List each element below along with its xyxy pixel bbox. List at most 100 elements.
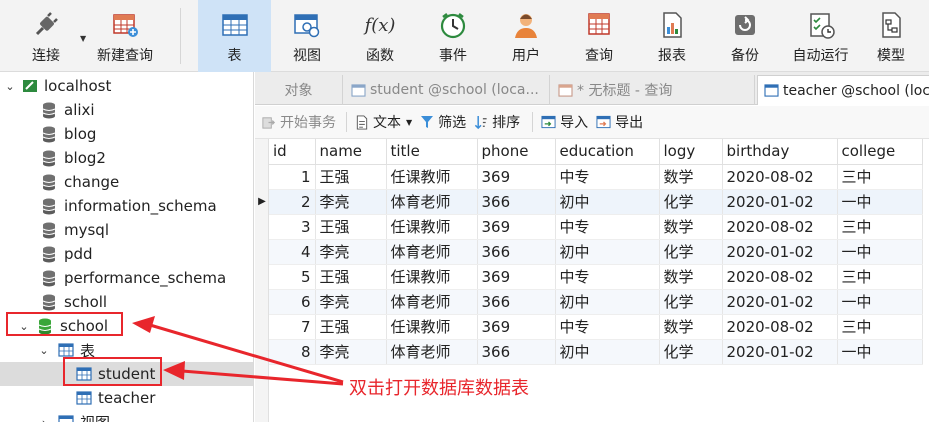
cell-education[interactable]: 初中	[555, 189, 660, 215]
tree-db-pdd[interactable]: pdd	[0, 242, 253, 266]
cell-logy[interactable]: 化学	[659, 189, 723, 215]
cell-id[interactable]: 2	[269, 189, 316, 215]
cell-name[interactable]: 王强	[315, 164, 387, 190]
cell-id[interactable]: 7	[269, 314, 316, 340]
autorun-tool-button[interactable]: 自动运行	[783, 0, 858, 72]
cell-name[interactable]: 王强	[315, 314, 387, 340]
column-header-birthday[interactable]: birthday	[722, 139, 838, 165]
sort-button[interactable]: 排序	[474, 112, 520, 132]
tree-db-change[interactable]: change	[0, 170, 253, 194]
tab-untitled-query[interactable]: * 无标题 - 查询	[552, 75, 755, 105]
cell-birthday[interactable]: 2020-08-02	[722, 214, 838, 240]
cell-college[interactable]: 三中	[837, 264, 923, 290]
cell-logy[interactable]: 化学	[659, 239, 723, 265]
cell-college[interactable]: 三中	[837, 214, 923, 240]
tree-db-information-schema[interactable]: information_schema	[0, 194, 253, 218]
cell-college[interactable]: 一中	[837, 289, 923, 315]
tree-connection-localhost[interactable]: ⌄ localhost	[0, 74, 253, 98]
cell-college[interactable]: 一中	[837, 339, 923, 365]
text-view-button[interactable]: 文本 ▼	[355, 112, 412, 132]
cell-name[interactable]: 李亮	[315, 339, 387, 365]
cell-college[interactable]: 三中	[837, 314, 923, 340]
cell-birthday[interactable]: 2020-08-02	[722, 164, 838, 190]
cell-id[interactable]: 4	[269, 239, 316, 265]
cell-title[interactable]: 体育老师	[386, 239, 478, 265]
cell-phone[interactable]: 369	[477, 164, 556, 190]
cell-id[interactable]: 8	[269, 339, 316, 365]
table-row[interactable]: 6 李亮 体育老师 366 初中 化学 2020-01-02 一中	[269, 289, 923, 315]
model-tool-button[interactable]: 模型	[860, 0, 922, 72]
cell-title[interactable]: 任课教师	[386, 214, 478, 240]
cell-birthday[interactable]: 2020-01-02	[722, 289, 838, 315]
cell-phone[interactable]: 366	[477, 339, 556, 365]
table-tool-button[interactable]: 表	[198, 0, 271, 72]
cell-title[interactable]: 任课教师	[386, 164, 478, 190]
tree-table-teacher[interactable]: teacher	[0, 386, 253, 410]
function-tool-button[interactable]: f(x) 函数	[345, 0, 415, 72]
cell-id[interactable]: 1	[269, 164, 316, 190]
cell-logy[interactable]: 化学	[659, 339, 723, 365]
chevron-right-icon[interactable]: ›	[38, 416, 50, 422]
table-row[interactable]: 8 李亮 体育老师 366 初中 化学 2020-01-02 一中	[269, 339, 923, 365]
cell-id[interactable]: 3	[269, 214, 316, 240]
cell-birthday[interactable]: 2020-01-02	[722, 189, 838, 215]
tree-db-mysql[interactable]: mysql	[0, 218, 253, 242]
table-row[interactable]: 7 王强 任课教师 369 中专 数学 2020-08-02 三中	[269, 314, 923, 340]
table-row[interactable]: 2 李亮 体育老师 366 初中 化学 2020-01-02 一中	[269, 189, 923, 215]
backup-tool-button[interactable]: 备份	[710, 0, 780, 72]
tree-db-alixi[interactable]: alixi	[0, 98, 253, 122]
table-row[interactable]: 1 王强 任课教师 369 中专 数学 2020-08-02 三中	[269, 164, 923, 190]
cell-name[interactable]: 王强	[315, 264, 387, 290]
cell-name[interactable]: 王强	[315, 214, 387, 240]
cell-title[interactable]: 体育老师	[386, 339, 478, 365]
cell-phone[interactable]: 366	[477, 189, 556, 215]
report-tool-button[interactable]: 报表	[637, 0, 707, 72]
filter-button[interactable]: 筛选	[420, 112, 466, 132]
tab-objects[interactable]: 对象	[255, 75, 343, 105]
cell-education[interactable]: 中专	[555, 264, 660, 290]
cell-education[interactable]: 初中	[555, 339, 660, 365]
query-tool-button[interactable]: 查询	[564, 0, 634, 72]
tree-db-performance-schema[interactable]: performance_schema	[0, 266, 253, 290]
export-button[interactable]: 导出	[596, 112, 643, 132]
cell-education[interactable]: 初中	[555, 289, 660, 315]
tree-db-school[interactable]: ⌄ school	[0, 314, 253, 338]
cell-phone[interactable]: 366	[477, 289, 556, 315]
cell-logy[interactable]: 数学	[659, 164, 723, 190]
tree-db-scholl[interactable]: scholl	[0, 290, 253, 314]
cell-logy[interactable]: 数学	[659, 214, 723, 240]
cell-phone[interactable]: 369	[477, 314, 556, 340]
event-tool-button[interactable]: 事件	[418, 0, 488, 72]
column-header-title[interactable]: title	[386, 139, 478, 165]
cell-college[interactable]: 一中	[837, 239, 923, 265]
cell-name[interactable]: 李亮	[315, 239, 387, 265]
table-row[interactable]: 4 李亮 体育老师 366 初中 化学 2020-01-02 一中	[269, 239, 923, 265]
cell-education[interactable]: 中专	[555, 214, 660, 240]
column-header-education[interactable]: education	[555, 139, 660, 165]
cell-name[interactable]: 李亮	[315, 189, 387, 215]
cell-birthday[interactable]: 2020-01-02	[722, 239, 838, 265]
column-header-phone[interactable]: phone	[477, 139, 556, 165]
cell-education[interactable]: 中专	[555, 314, 660, 340]
new-query-button[interactable]: 新建查询	[90, 0, 160, 72]
cell-phone[interactable]: 366	[477, 239, 556, 265]
cell-logy[interactable]: 化学	[659, 289, 723, 315]
view-tool-button[interactable]: 视图	[272, 0, 342, 72]
cell-title[interactable]: 任课教师	[386, 314, 478, 340]
cell-id[interactable]: 5	[269, 264, 316, 290]
column-header-name[interactable]: name	[315, 139, 387, 165]
chevron-down-icon[interactable]: ⌄	[38, 344, 50, 357]
cell-education[interactable]: 中专	[555, 164, 660, 190]
cell-title[interactable]: 体育老师	[386, 189, 478, 215]
cell-phone[interactable]: 369	[477, 214, 556, 240]
cell-id[interactable]: 6	[269, 289, 316, 315]
user-tool-button[interactable]: 用户	[491, 0, 561, 72]
tree-db-blog2[interactable]: blog2	[0, 146, 253, 170]
tab-student[interactable]: student @school (loca...	[345, 75, 550, 105]
cell-education[interactable]: 初中	[555, 239, 660, 265]
tree-folder-tables[interactable]: ⌄ 表	[0, 338, 253, 362]
chevron-down-icon[interactable]: ▼	[406, 118, 412, 127]
cell-phone[interactable]: 369	[477, 264, 556, 290]
tree-db-blog[interactable]: blog	[0, 122, 253, 146]
connect-button[interactable]: 连接	[12, 0, 80, 72]
